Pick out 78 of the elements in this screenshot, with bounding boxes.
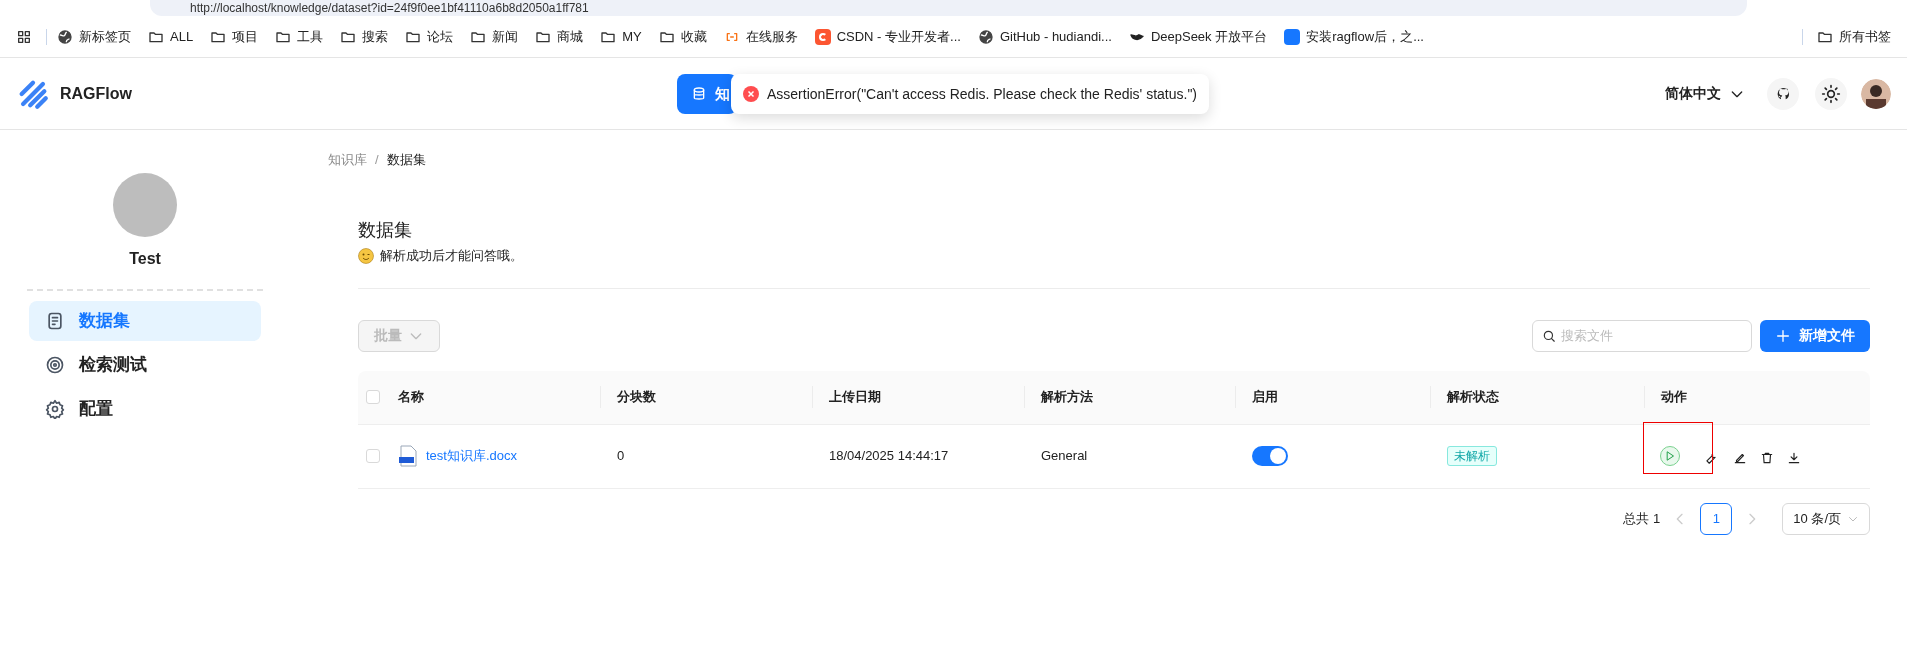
column-header: 启用	[1252, 388, 1278, 407]
parse-button[interactable]	[1660, 446, 1680, 466]
docx-file-icon	[398, 445, 418, 467]
apps-grid-icon	[16, 28, 32, 45]
bookmark[interactable]: 在线服务	[723, 26, 798, 47]
breadcrumb-item: 数据集	[386, 151, 426, 170]
table-cell: General	[1041, 448, 1088, 464]
highlight-box	[1643, 422, 1713, 474]
settings-icon	[45, 399, 65, 419]
bookmark[interactable]: GitHub - hudiandi...	[977, 26, 1112, 47]
toast-message: AssertionError("Can't access Redis. Please check the Redis' status.")	[767, 84, 1197, 104]
theme-toggle[interactable]	[1815, 77, 1847, 110]
target-icon	[45, 355, 65, 375]
trash-icon	[1760, 451, 1774, 465]
sidebar-item[interactable]: 数据集	[29, 301, 261, 341]
breadcrumb-separator: /	[375, 151, 379, 170]
language-dropdown[interactable]: 简体中文	[1665, 83, 1745, 104]
sun-icon	[1821, 83, 1841, 104]
bookmark[interactable]: DeepSeek 开放平台	[1128, 26, 1268, 47]
page-size-select[interactable]: 10 条/页	[1782, 502, 1870, 535]
column-header: 解析方法	[1041, 388, 1093, 407]
breadcrumb-item[interactable]: 知识库	[328, 150, 367, 170]
wink-emoji-icon	[358, 247, 374, 264]
bookmark[interactable]: 商城	[535, 26, 584, 47]
bookmark[interactable]: 所有书签	[1817, 26, 1891, 47]
error-icon	[743, 86, 759, 102]
column-header: 上传日期	[829, 388, 881, 407]
edit-button[interactable]	[1733, 451, 1747, 465]
column-header: 名称	[398, 388, 424, 407]
bookmark[interactable]: 搜索	[340, 26, 389, 47]
row-checkbox[interactable]	[366, 449, 380, 463]
bookmark[interactable]: 论坛	[405, 26, 454, 47]
search-field[interactable]: 搜索文件	[1532, 319, 1752, 352]
url-text: http://localhost/knowledge/dataset?id=24f9f0ee1bf41110a6b8d2050a1ff781	[190, 2, 589, 14]
page-button[interactable]: 1	[1700, 502, 1733, 535]
dataset-name: Test	[129, 249, 161, 269]
add-file-button[interactable]: 新增文件	[1760, 319, 1870, 352]
page-subtitle: 解析成功后才能问答哦。	[380, 247, 523, 265]
column-header: 分块数	[617, 388, 656, 407]
globe-icon	[977, 28, 994, 45]
sidebar-item[interactable]: 配置	[29, 389, 261, 429]
column-header: 解析状态	[1447, 388, 1499, 407]
github-button[interactable]	[1767, 77, 1799, 110]
delete-button[interactable]	[1760, 451, 1774, 465]
avatar[interactable]	[1861, 78, 1891, 109]
bookmark[interactable]: 收藏	[658, 26, 707, 47]
enable-switch[interactable]	[1252, 446, 1288, 466]
table-cell: 18/04/2025 14:44:17	[829, 448, 949, 464]
search-icon	[1542, 328, 1556, 343]
bookmark[interactable]: 新闻	[470, 26, 519, 47]
zhihu-logo-icon	[1284, 28, 1301, 45]
database-icon	[691, 86, 707, 102]
select-all-checkbox[interactable]	[366, 390, 380, 404]
address-bar[interactable]: http://localhost/knowledge/dataset?id=24f9f0ee1bf41110a6b8d2050a1ff781	[150, 0, 1747, 16]
table-cell: 0	[617, 448, 625, 464]
total-count: 总共 1	[1623, 509, 1661, 528]
bookmark[interactable]: 安装ragflow后，之...	[1284, 26, 1424, 47]
status-tag: 未解析	[1447, 446, 1497, 467]
download-button[interactable]	[1787, 451, 1801, 465]
bookmark[interactable]: 工具	[275, 26, 324, 47]
csdn-logo-icon	[814, 28, 831, 45]
pencil-icon	[1733, 451, 1747, 465]
sidebar-item[interactable]: 检索测试	[29, 345, 261, 385]
play-icon	[1664, 450, 1676, 462]
document-icon	[45, 311, 65, 331]
github-icon	[1775, 85, 1791, 102]
bookmark[interactable]: 新标签页	[57, 26, 131, 47]
bookmark[interactable]: MY	[600, 26, 642, 47]
page-title: 数据集	[358, 219, 413, 242]
plus-icon	[1775, 327, 1791, 344]
file-name-link[interactable]: test知识库.docx	[426, 446, 518, 466]
bookmark[interactable]: CSDN - 专业开发者...	[814, 26, 961, 47]
download-icon	[1787, 451, 1801, 465]
bookmark[interactable]: 项目	[210, 26, 259, 47]
brand-name: RAGFlow	[60, 83, 132, 104]
bookmark[interactable]: ALL	[148, 26, 194, 47]
globe-icon	[57, 28, 73, 45]
column-header: 动作	[1661, 388, 1687, 407]
